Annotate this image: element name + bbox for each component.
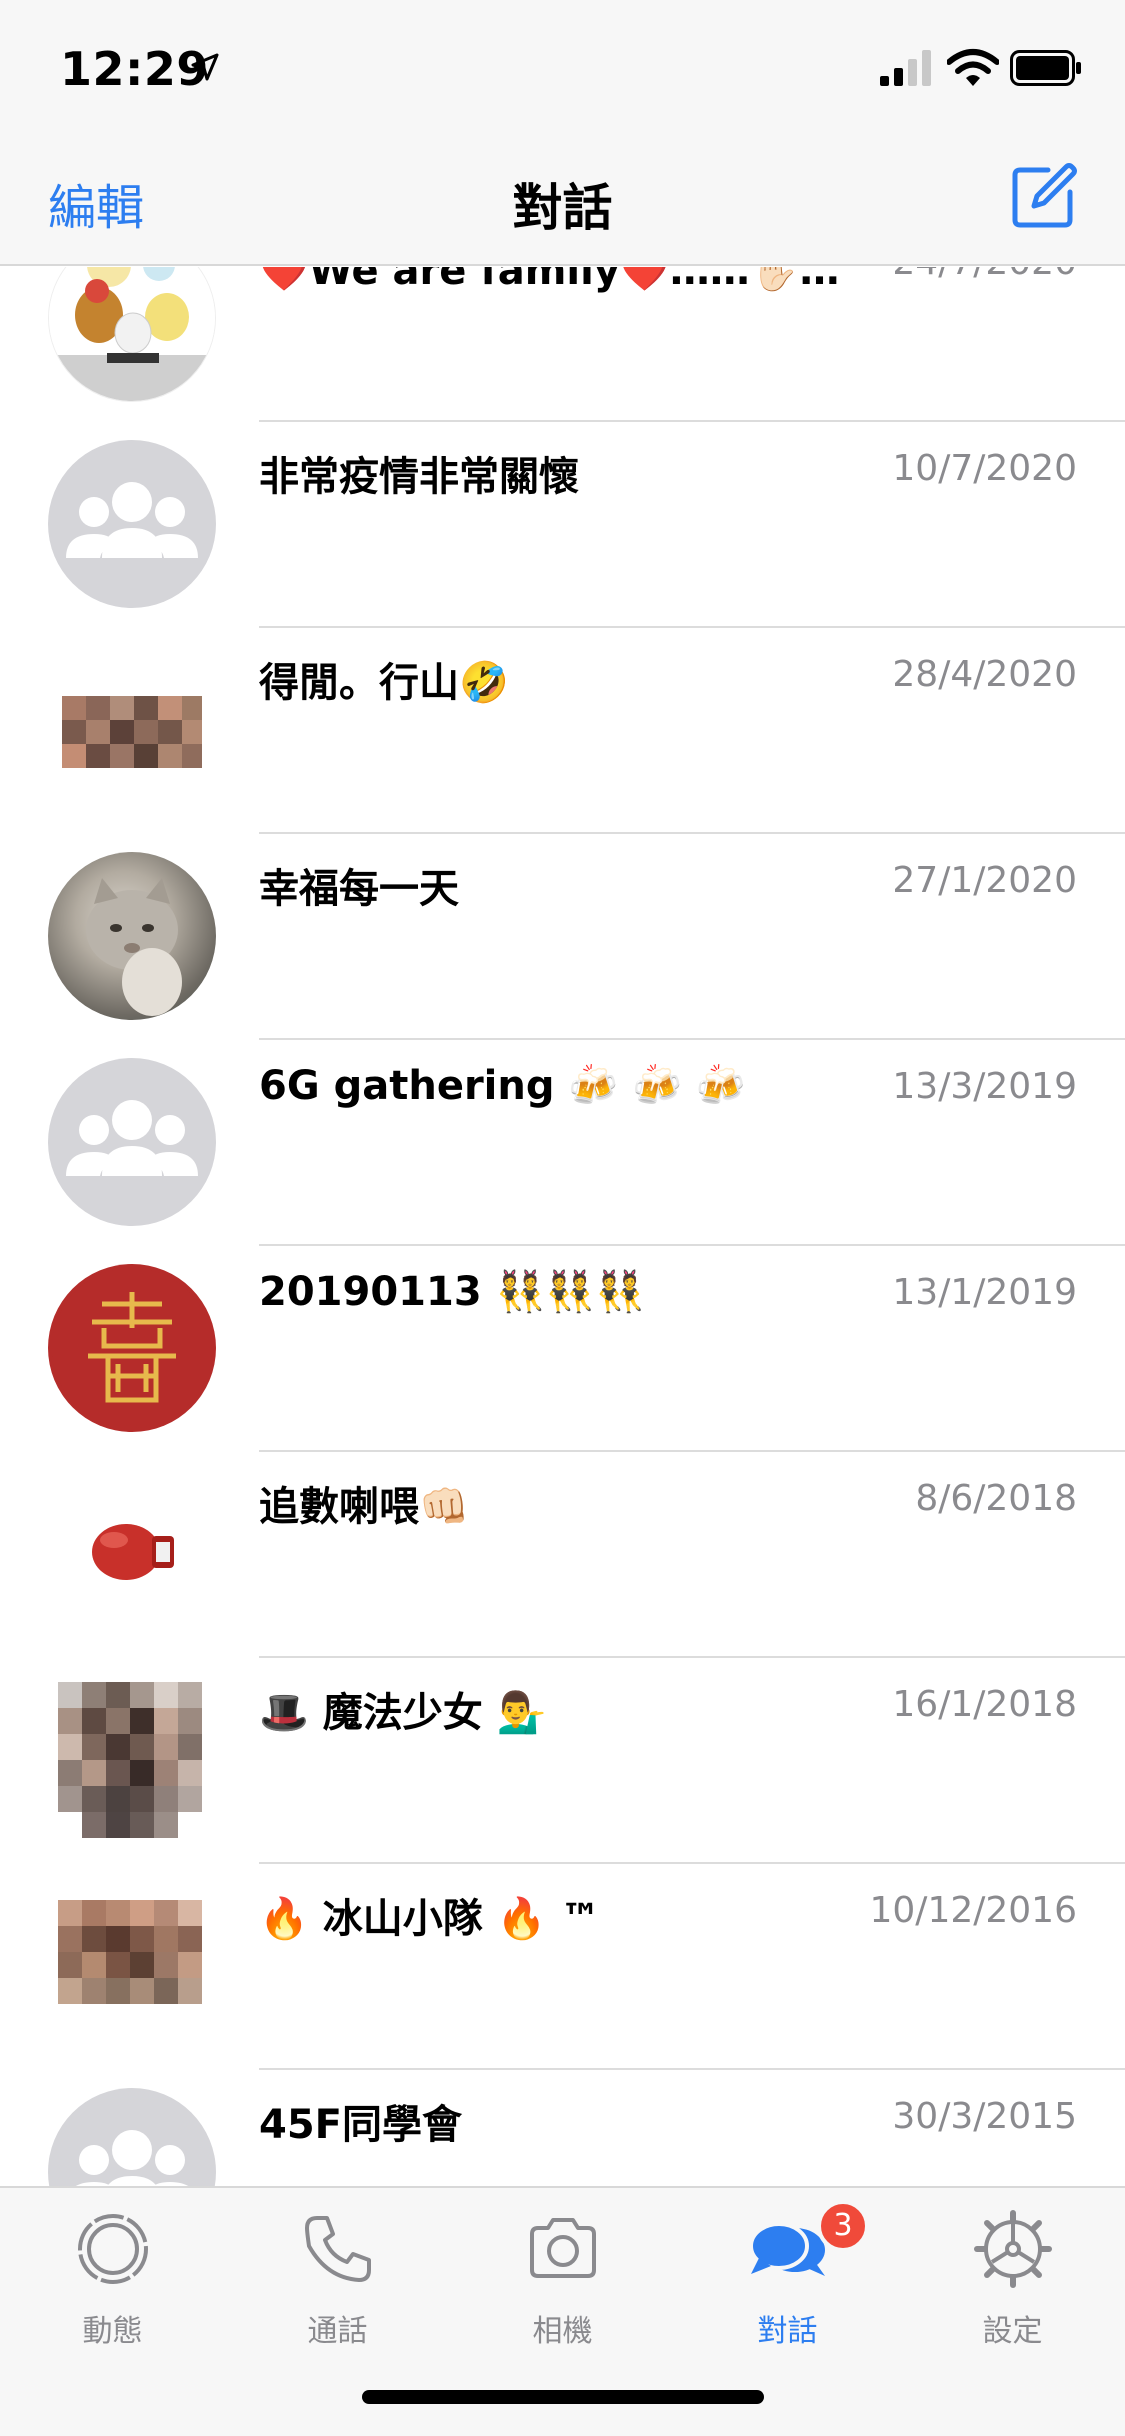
navigation-bar: 編輯 對話: [0, 140, 1125, 266]
chat-date: 10/7/2020: [892, 448, 1077, 489]
tab-label: 設定: [982, 2314, 1043, 2349]
chat-row[interactable]: 🔥 冰山小隊 🔥 ™ 10/12/2016: [0, 1864, 1125, 2070]
chat-row[interactable]: 追數喇喂👊🏻 8/6/2018: [0, 1452, 1125, 1658]
compose-icon[interactable]: [1010, 162, 1078, 230]
chat-date: 24/7/2020: [892, 267, 1077, 283]
tab-chats[interactable]: 3 對話: [675, 2188, 900, 2368]
battery-icon: [1010, 50, 1081, 86]
group-icon: [66, 1100, 198, 1176]
chat-title: 幸福每一天: [259, 866, 459, 912]
chat-row[interactable]: 20190113 👯👯👯 13/1/2019: [0, 1246, 1125, 1452]
chat-row[interactable]: 45F同學會 30/3/2015: [0, 2070, 1125, 2187]
chat-list[interactable]: ❤️We are family❤️……✋🏻給… 24/7/2020 非常疫情非常…: [0, 267, 1125, 2187]
camera-icon: [530, 2218, 596, 2278]
cat-photo-avatar: [48, 852, 216, 1020]
chat-title: 非常疫情非常關懷: [259, 454, 579, 500]
chat-bubbles-icon: [749, 2222, 825, 2276]
chat-title: 🎩 魔法少女 💁‍♂️: [259, 1690, 547, 1736]
cellular-signal-icon: [880, 50, 931, 86]
chat-row[interactable]: 🎩 魔法少女 💁‍♂️ 16/1/2018: [0, 1658, 1125, 1864]
location-arrow-icon: [191, 53, 219, 81]
chat-row[interactable]: 非常疫情非常關懷 10/7/2020: [0, 422, 1125, 628]
chat-date: 30/3/2015: [892, 2096, 1077, 2137]
chat-title: 得閒。行山🤣: [259, 660, 509, 706]
chat-date: 16/1/2018: [892, 1684, 1077, 1725]
status-ring-icon: [78, 2214, 148, 2284]
tab-status[interactable]: 動態: [0, 2188, 225, 2368]
chat-title: 20190113 👯👯👯: [259, 1269, 645, 1315]
group-placeholder-avatar: [48, 1058, 216, 1226]
wifi-icon: [947, 49, 999, 86]
boxing-glove-avatar: [48, 1470, 216, 1638]
status-time: 12:29: [60, 42, 209, 96]
tab-label: 相機: [532, 2314, 593, 2349]
chat-row[interactable]: 6G gathering 🍻 🍻 🍻 13/3/2019: [0, 1040, 1125, 1246]
home-indicator[interactable]: [362, 2390, 764, 2404]
chat-date: 8/6/2018: [915, 1478, 1077, 1519]
pixelated-photo-avatar: [48, 646, 216, 814]
tab-settings[interactable]: 設定: [900, 2188, 1125, 2368]
gear-icon: [974, 2210, 1052, 2288]
chat-date: 28/4/2020: [892, 654, 1077, 695]
chat-row[interactable]: ❤️We are family❤️……✋🏻給… 24/7/2020: [0, 267, 1125, 422]
status-bar: 12:29: [0, 0, 1125, 140]
tab-camera[interactable]: 相機: [450, 2188, 675, 2368]
group-placeholder-avatar: [48, 2088, 216, 2187]
chat-title: 🔥 冰山小隊 🔥 ™: [259, 1896, 601, 1942]
chicken-group-avatar: [48, 267, 216, 402]
tab-calls[interactable]: 通話: [225, 2188, 450, 2368]
pixelated-photo-avatar: [48, 1676, 216, 1844]
tab-label: 對話: [757, 2314, 818, 2349]
pixelated-photo-avatar: [48, 1882, 216, 2050]
tab-label: 動態: [82, 2314, 143, 2349]
chat-title: ❤️We are family❤️……✋🏻給…: [259, 267, 879, 294]
chat-title: 45F同學會: [259, 2102, 462, 2148]
group-placeholder-avatar: [48, 440, 216, 608]
group-icon: [66, 482, 198, 558]
tab-label: 通話: [307, 2314, 368, 2349]
phone-icon: [305, 2216, 371, 2282]
chat-date: 13/1/2019: [892, 1272, 1077, 1313]
chat-row[interactable]: 幸福每一天 27/1/2020: [0, 834, 1125, 1040]
unread-badge: 3: [817, 2200, 869, 2252]
chat-title: 6G gathering 🍻 🍻 🍻: [259, 1063, 746, 1109]
group-icon: [74, 2130, 190, 2187]
chat-date: 13/3/2019: [892, 1066, 1077, 1107]
chat-date: 10/12/2016: [869, 1890, 1078, 1931]
double-happiness-avatar: [48, 1264, 216, 1432]
chat-date: 27/1/2020: [892, 860, 1077, 901]
chat-row[interactable]: 得閒。行山🤣 28/4/2020: [0, 628, 1125, 834]
chat-title: 追數喇喂👊🏻: [259, 1484, 469, 1530]
page-title: 對話: [512, 179, 613, 237]
